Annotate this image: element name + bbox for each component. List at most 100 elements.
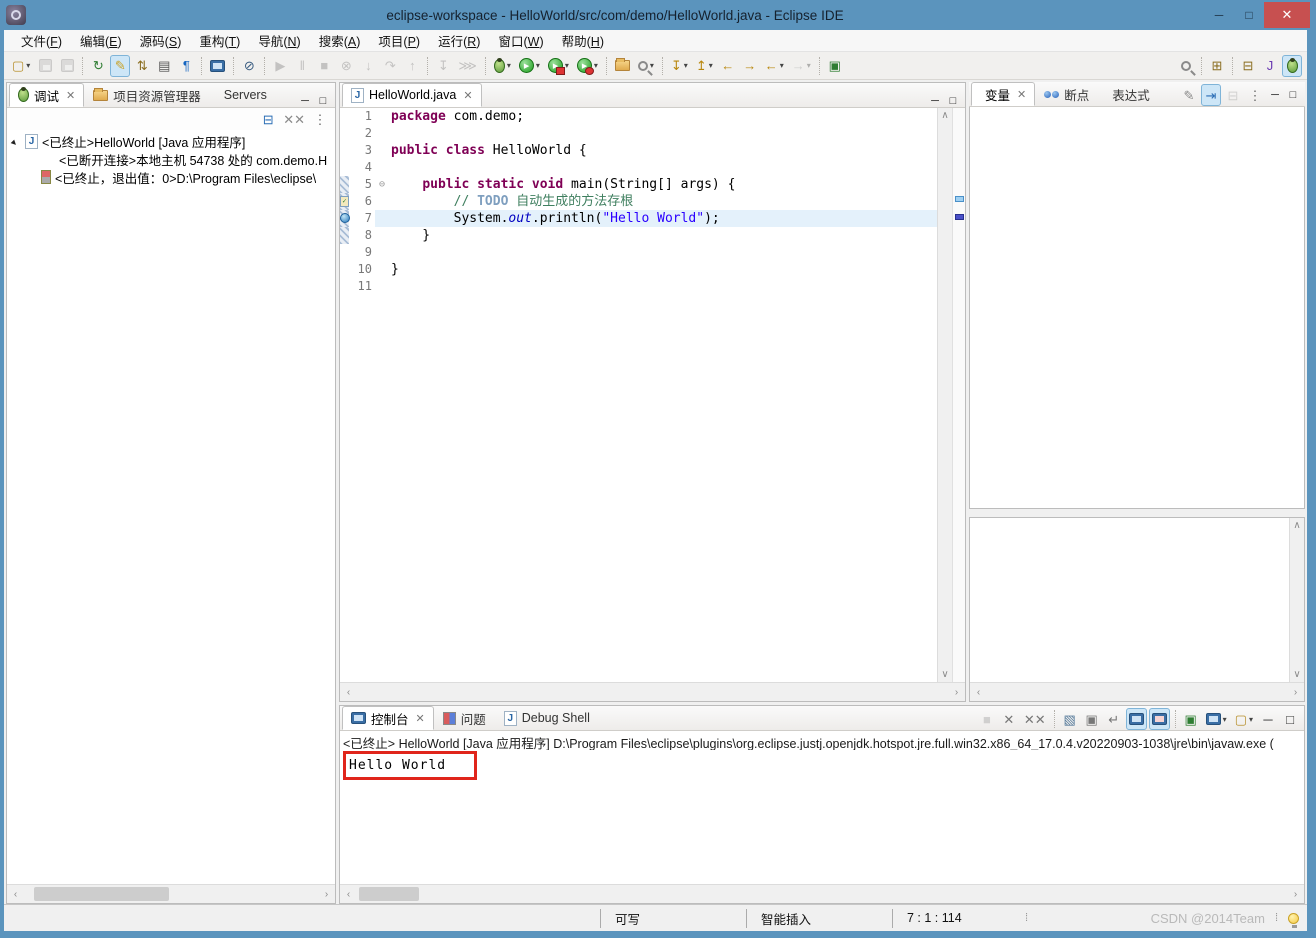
step-return-icon[interactable]: ↑ <box>402 55 422 77</box>
back-history-icon-dropdown[interactable]: ▾ <box>780 61 784 70</box>
show-stderr-icon[interactable] <box>1149 708 1170 730</box>
synchronize-icon[interactable]: ↻ <box>88 55 108 77</box>
menu-item-e[interactable]: 编辑(E) <box>71 29 131 52</box>
detail-vscrollbar[interactable]: ∧ ∨ <box>1289 518 1304 682</box>
minimize-window-icon[interactable]: ─ <box>1204 4 1234 26</box>
tip-lamp-icon[interactable] <box>1288 913 1299 924</box>
format-icon[interactable]: ▤ <box>154 55 174 77</box>
scroll-thumb[interactable] <box>34 887 169 901</box>
editor-vscrollbar[interactable]: ∧ ∨ <box>937 108 952 682</box>
tree-item[interactable]: <已断开连接>本地主机 54738 处的 com.demo.H <box>7 150 335 168</box>
scroll-left-icon[interactable]: ‹ <box>340 889 357 900</box>
run-icon-dropdown[interactable]: ▾ <box>536 61 540 70</box>
pin-editor-icon[interactable]: ▣ <box>825 55 845 77</box>
console-minimize-icon[interactable]: ─ <box>1258 708 1278 730</box>
open-console-icon[interactable]: ▢▾ <box>1232 708 1256 730</box>
maximize-window-icon[interactable]: □ <box>1234 4 1264 26</box>
tab-项目资源管理器[interactable]: 项目资源管理器 <box>84 83 210 107</box>
terminate-icon[interactable]: ■ <box>314 55 334 77</box>
collapse-all-icon[interactable]: ⊟ <box>258 108 278 130</box>
open-type-hierarchy-icon[interactable]: ⇅ <box>132 55 152 77</box>
back-icon[interactable]: ← <box>718 55 738 77</box>
open-perspective-icon[interactable]: ⊞ <box>1207 55 1227 77</box>
close-icon[interactable]: ✕ <box>416 712 425 725</box>
scroll-down-icon[interactable]: ∨ <box>1289 669 1306 680</box>
step-into-icon[interactable]: ↓ <box>358 55 378 77</box>
coverage-icon[interactable]: ▾ <box>545 55 572 77</box>
profile-icon[interactable]: ▾ <box>574 55 601 77</box>
scroll-left-icon[interactable]: ‹ <box>7 889 24 900</box>
run-icon[interactable]: ▾ <box>516 55 543 77</box>
last-edit-location-icon[interactable]: ↧▾ <box>668 55 691 77</box>
task-marker-icon[interactable]: ✓ <box>340 196 349 207</box>
debug-icon-dropdown[interactable]: ▾ <box>507 61 511 70</box>
back-history-icon[interactable]: ←▾ <box>762 55 787 77</box>
scroll-left-icon[interactable]: ‹ <box>340 687 357 698</box>
next-edit-location-icon-dropdown[interactable]: ▾ <box>709 61 713 70</box>
close-icon[interactable]: ✕ <box>463 89 472 102</box>
disconnect-icon[interactable]: ⊗ <box>336 55 356 77</box>
scroll-track[interactable] <box>24 885 318 903</box>
display-console-icon[interactable]: ▾ <box>1203 708 1230 730</box>
search-icon[interactable]: ▾ <box>635 55 657 77</box>
minimize-view-icon[interactable]: ─ <box>1266 89 1284 101</box>
detail-text-area[interactable] <box>970 518 1289 682</box>
resume-icon[interactable]: ▶ <box>270 55 290 77</box>
scroll-right-icon[interactable]: › <box>1287 889 1304 900</box>
tab-debug-shell[interactable]: JDebug Shell <box>495 706 599 730</box>
scroll-right-icon[interactable]: › <box>1287 687 1304 698</box>
maximize-view-icon[interactable]: □ <box>314 95 332 107</box>
menu-item-h[interactable]: 帮助(H) <box>553 29 613 52</box>
forward-history-icon[interactable]: →▾ <box>789 55 814 77</box>
console-hscrollbar[interactable]: ‹ › <box>340 884 1304 903</box>
view-menu-icon[interactable]: ⋮ <box>310 108 330 130</box>
open-console-icon-dropdown[interactable]: ▾ <box>1249 715 1253 724</box>
menu-item-p[interactable]: 项目(P) <box>369 29 429 52</box>
suspend-icon[interactable]: ‖ <box>292 55 312 77</box>
javaee-perspective-icon[interactable]: ⊟ <box>1238 55 1258 77</box>
tree-item[interactable]: ▾J<已终止>HelloWorld [Java 应用程序] <box>7 132 335 150</box>
drop-to-frame-icon[interactable]: ↧ <box>433 55 453 77</box>
menu-item-a[interactable]: 搜索(A) <box>310 29 370 52</box>
mark-occurrences-icon[interactable]: ✎ <box>110 55 130 77</box>
debug-perspective-icon[interactable] <box>1282 55 1302 77</box>
scroll-track[interactable] <box>357 683 948 701</box>
display-console-icon-dropdown[interactable]: ▾ <box>1223 715 1227 724</box>
maximize-view-icon[interactable]: □ <box>1284 89 1302 101</box>
maximize-view-icon[interactable]: □ <box>944 95 962 107</box>
java-perspective-icon[interactable]: J <box>1260 55 1280 77</box>
tree-item[interactable]: <已终止，退出值：0>D:\Program Files\eclipse\ <box>7 168 335 186</box>
tab-变量[interactable]: 变量✕ <box>971 82 1035 106</box>
task-marker-icon[interactable] <box>955 196 964 202</box>
editor-hscrollbar[interactable]: ‹ › <box>340 682 965 701</box>
close-window-icon[interactable]: ✕ <box>1264 2 1310 28</box>
last-edit-location-icon-dropdown[interactable]: ▾ <box>684 61 688 70</box>
word-wrap-icon[interactable]: ↵ <box>1104 708 1124 730</box>
menu-item-w[interactable]: 窗口(W) <box>489 29 552 52</box>
forward-history-icon-dropdown[interactable]: ▾ <box>807 61 811 70</box>
link-with-debug-icon[interactable]: ⇥ <box>1201 84 1221 106</box>
console-maximize-icon[interactable]: □ <box>1280 708 1300 730</box>
detail-hscrollbar[interactable]: ‹ › <box>970 682 1304 701</box>
code-editor-area[interactable]: 1package com.demo;23public class HelloWo… <box>340 108 937 682</box>
tab-调试[interactable]: 调试✕ <box>9 83 84 107</box>
save-all-icon[interactable] <box>57 55 77 77</box>
menu-item-r[interactable]: 运行(R) <box>429 29 489 52</box>
show-stdout-icon[interactable] <box>1126 708 1147 730</box>
tab-servers[interactable]: Servers <box>210 83 276 107</box>
minimize-view-icon[interactable]: ─ <box>296 95 314 107</box>
overview-ruler[interactable] <box>952 108 965 682</box>
quick-search-icon[interactable] <box>1176 55 1196 77</box>
minimize-view-icon[interactable]: ─ <box>926 95 944 107</box>
remove-all-terminated-icon[interactable]: ✕✕ <box>280 108 308 130</box>
show-logical-structures-icon[interactable]: ✎ <box>1179 84 1199 106</box>
step-over-icon[interactable]: ↷ <box>380 55 400 77</box>
scroll-right-icon[interactable]: › <box>318 889 335 900</box>
scroll-lock-icon[interactable]: ▣ <box>1082 708 1102 730</box>
clear-console-icon[interactable]: ▧ <box>1060 708 1080 730</box>
menu-item-s[interactable]: 源码(S) <box>131 29 191 52</box>
new-wizard-icon-dropdown[interactable]: ▾ <box>26 61 30 70</box>
tab-问题[interactable]: 问题 <box>434 706 495 730</box>
tab-断点[interactable]: 断点 <box>1035 82 1098 106</box>
view-menu-icon[interactable]: ⋮ <box>1245 84 1265 106</box>
